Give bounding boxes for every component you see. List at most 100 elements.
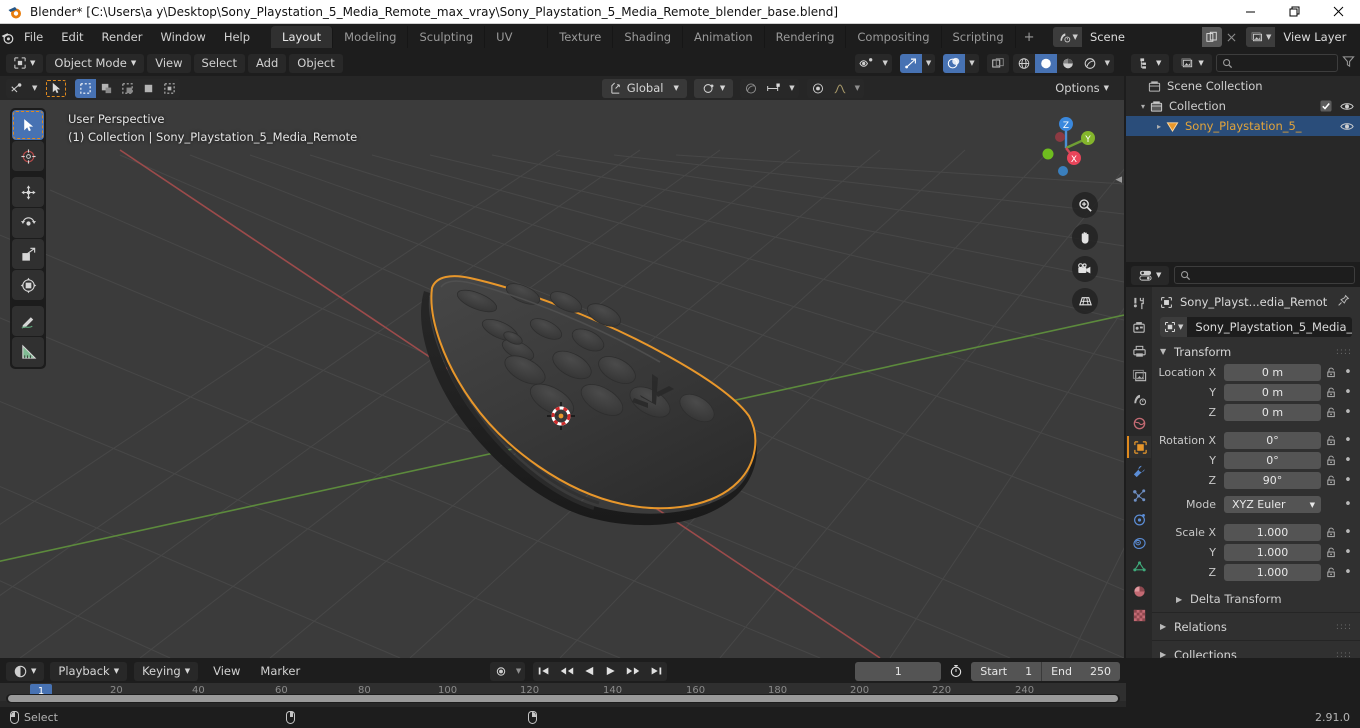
tool-tab-icon[interactable] [1127, 292, 1151, 314]
rotation-z-row[interactable]: Z 90° • [1152, 471, 1354, 490]
view-layer-icon[interactable]: ▼ [1245, 27, 1276, 47]
render-tab-icon[interactable] [1127, 316, 1151, 338]
scale-y-row[interactable]: Y 1.000 • [1152, 543, 1354, 562]
lock-scale-x-icon[interactable] [1325, 527, 1338, 538]
select-invert-icon[interactable] [138, 79, 159, 98]
rotation-y-value[interactable]: 0° [1224, 452, 1321, 469]
tab-compositing[interactable]: Compositing [846, 26, 942, 48]
blender-menu-icon[interactable] [0, 24, 15, 50]
jump-next-keyframe-icon[interactable] [621, 662, 645, 681]
select-box-icon[interactable] [75, 78, 97, 98]
minimize-icon[interactable] [1228, 0, 1272, 24]
viewport-menu-view[interactable]: View [147, 53, 191, 73]
wireframe-shading-icon[interactable] [1013, 54, 1035, 73]
rotation-z-value[interactable]: 90° [1224, 472, 1321, 489]
overlays-toggle-group[interactable]: ▼ [943, 53, 979, 73]
outliner-editor-type-icon[interactable]: ▼ [1131, 53, 1170, 73]
animate-location-z-icon[interactable]: • [1342, 406, 1354, 419]
timeline-editor-type-icon[interactable]: ▼ [6, 661, 45, 681]
toggle-perspective-icon[interactable] [1072, 288, 1098, 314]
use-preview-range-icon[interactable] [945, 664, 967, 678]
rotation-x-row[interactable]: Rotation X 0° • [1152, 431, 1354, 450]
outliner-display-mode-icon[interactable]: ▼ [1173, 53, 1212, 73]
world-tab-icon[interactable] [1127, 412, 1151, 434]
select-intersect-icon[interactable] [159, 79, 180, 98]
material-tab-icon[interactable] [1127, 580, 1151, 602]
animate-scale-x-icon[interactable]: • [1342, 526, 1354, 539]
solid-shading-icon[interactable] [1034, 53, 1057, 73]
play-reverse-icon[interactable] [579, 662, 600, 681]
timeline-menu-keying[interactable]: Keying ▼ [134, 661, 199, 681]
view-layer-tab-icon[interactable] [1127, 364, 1151, 386]
animate-location-y-icon[interactable]: • [1342, 386, 1354, 399]
select-mode-group[interactable] [75, 78, 181, 98]
overlays-dropdown-icon[interactable]: ▼ [965, 54, 978, 73]
outliner-filter-icon[interactable] [1342, 55, 1355, 71]
tab-rendering[interactable]: Rendering [765, 26, 847, 48]
close-icon[interactable] [1316, 0, 1360, 24]
lock-rotation-x-icon[interactable] [1325, 435, 1338, 446]
relations-disclosure-icon[interactable]: ▶ [1160, 622, 1168, 631]
properties-search-input[interactable] [1174, 266, 1355, 284]
new-scene-icon[interactable] [1201, 27, 1222, 47]
delta-transform-subpanel[interactable]: ▶ Delta Transform [1152, 589, 1360, 609]
add-workspace-button[interactable]: + [1016, 30, 1043, 45]
menu-help[interactable]: Help [215, 27, 259, 47]
sidebar-collapse-arrow-icon[interactable]: ◂ [1115, 172, 1122, 187]
eye-icon[interactable] [1340, 101, 1354, 112]
properties-editor-type-icon[interactable]: ▼ [1131, 265, 1170, 285]
particles-tab-icon[interactable] [1127, 484, 1151, 506]
object-data-tab-icon[interactable] [1127, 556, 1151, 578]
animate-scale-y-icon[interactable]: • [1342, 546, 1354, 559]
active-tool-icon-group[interactable]: ▼ [6, 78, 42, 98]
lock-rotation-y-icon[interactable] [1325, 455, 1338, 466]
timeline-menu-view[interactable]: View [205, 662, 248, 681]
animate-scale-z-icon[interactable]: • [1342, 566, 1354, 579]
falloff-dropdown-icon[interactable]: ▼ [851, 79, 864, 98]
current-frame-field[interactable]: 1 [855, 661, 942, 681]
zoom-icon[interactable] [1072, 192, 1098, 218]
auto-keying-dropdown-icon[interactable]: ▼ [512, 662, 525, 681]
delta-transform-disclosure-icon[interactable]: ▶ [1176, 595, 1184, 604]
jump-prev-keyframe-icon[interactable] [555, 662, 579, 681]
tweak-select-tool[interactable] [12, 110, 44, 140]
collections-disclosure-icon[interactable]: ▶ [1160, 650, 1168, 658]
viewport-menu-select[interactable]: Select [193, 53, 246, 73]
tab-uv-editing[interactable]: UV Editing [485, 26, 549, 66]
start-frame-field[interactable]: Start 1 [971, 662, 1041, 681]
end-frame-field[interactable]: End 250 [1041, 661, 1120, 681]
select-subtract-icon[interactable] [117, 79, 138, 98]
tab-scripting[interactable]: Scripting [942, 26, 1016, 48]
timeline-menu-playback[interactable]: Playback ▼ [50, 661, 128, 681]
pin-icon[interactable] [1337, 294, 1350, 310]
animate-location-x-icon[interactable]: • [1342, 366, 1354, 379]
modifier-tab-icon[interactable] [1127, 460, 1151, 482]
outliner-editor[interactable]: ▼ ▼ Scene Collection ▾ Collection ▸ Sony… [1126, 50, 1360, 262]
tool-preset-dropdown-icon[interactable]: ▼ [28, 79, 41, 98]
location-y-row[interactable]: Y 0 m • [1152, 383, 1354, 402]
menu-render[interactable]: Render [93, 27, 152, 47]
scale-x-value[interactable]: 1.000 [1224, 524, 1321, 541]
rotation-mode-row[interactable]: Mode XYZ Euler ▼ • [1152, 495, 1354, 514]
transform-panel-header[interactable]: ▼ Transform :::: [1152, 341, 1360, 362]
collection-disclosure-icon[interactable]: ▾ [1136, 102, 1150, 111]
scale-z-row[interactable]: Z 1.000 • [1152, 563, 1354, 582]
menu-file[interactable]: File [15, 27, 52, 47]
constraints-tab-icon[interactable] [1127, 532, 1151, 554]
cursor-tool[interactable] [12, 141, 44, 171]
camera-view-icon[interactable] [1072, 256, 1098, 282]
collection-checkbox[interactable] [1320, 100, 1332, 112]
outliner-search-input[interactable] [1215, 54, 1338, 72]
tab-texture-paint[interactable]: Texture Paint [548, 26, 614, 66]
location-y-value[interactable]: 0 m [1224, 384, 1321, 401]
outliner-row-collection[interactable]: ▾ Collection [1126, 96, 1360, 116]
location-z-value[interactable]: 0 m [1224, 404, 1321, 421]
transform-tool[interactable] [12, 270, 44, 300]
proportional-edit-icon[interactable] [740, 79, 762, 98]
object-name-field[interactable]: ▼ Sony_Playstation_5_Media_... [1160, 317, 1352, 337]
falloff-curve-icon[interactable] [829, 79, 851, 98]
location-x-row[interactable]: Location X 0 m • [1152, 363, 1354, 382]
select-extend-icon[interactable] [96, 79, 117, 98]
lock-location-z-icon[interactable] [1325, 407, 1338, 418]
collections-panel-header[interactable]: ▶ Collections :::: [1152, 644, 1360, 659]
